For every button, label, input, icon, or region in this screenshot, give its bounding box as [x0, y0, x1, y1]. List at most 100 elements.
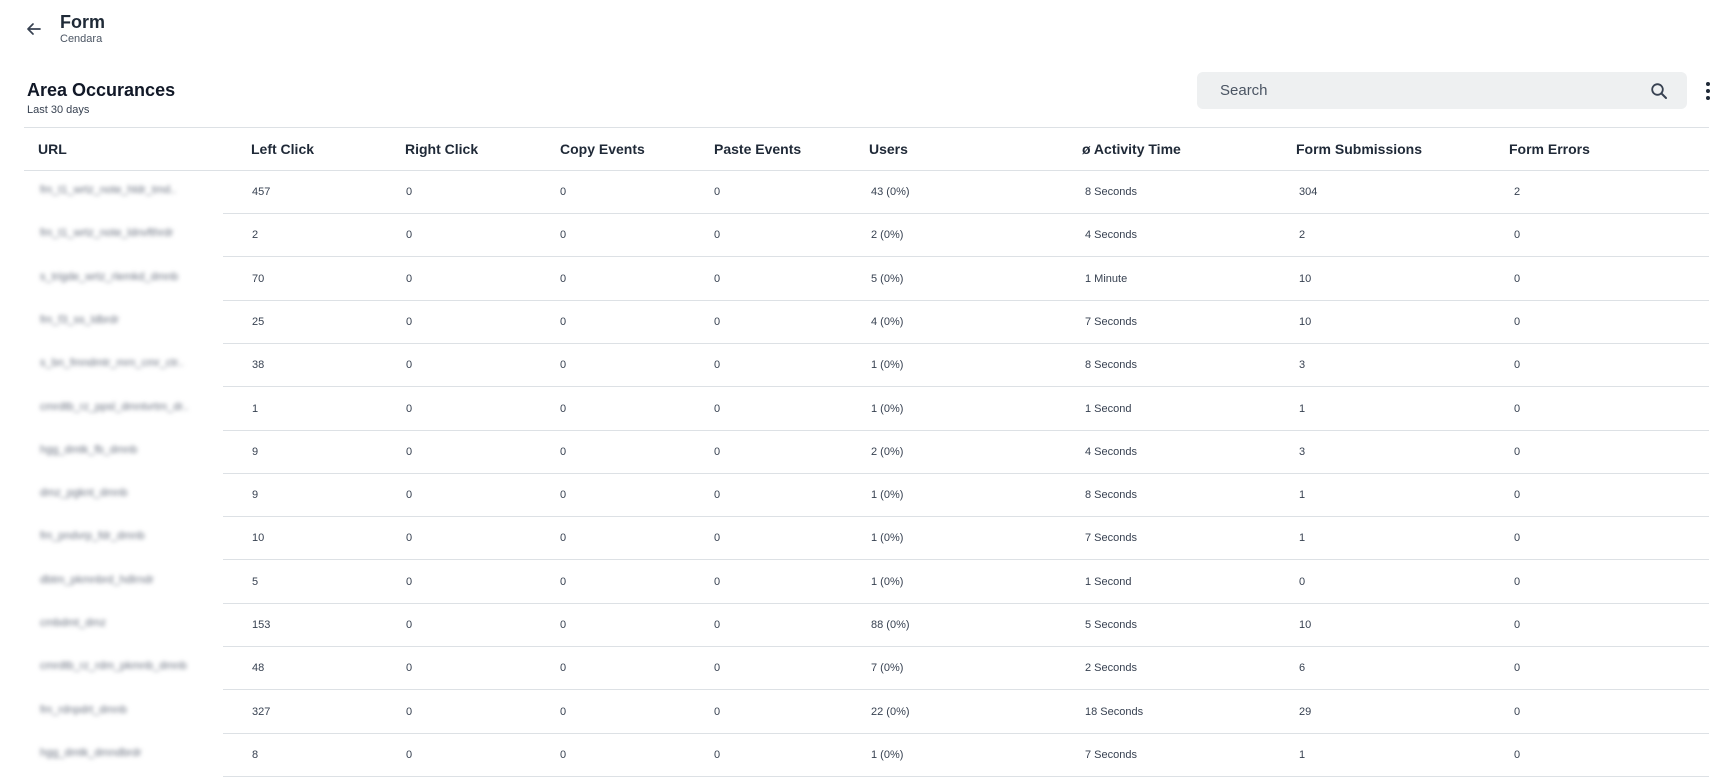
row-right-click: 0: [406, 489, 413, 502]
row-users: 4 (0%): [871, 315, 904, 328]
row-activity-time: 1 Second: [1085, 402, 1132, 415]
row-right-click: 0: [406, 186, 413, 198]
header-url[interactable]: URL: [38, 141, 67, 157]
row-form-errors: 0: [1514, 315, 1521, 328]
row-url[interactable]: hgg_dmtk_fb_dmnb: [40, 444, 210, 458]
row-paste-events: 0: [714, 575, 721, 588]
row-form-errors: 0: [1514, 445, 1521, 458]
row-url[interactable]: fm_t1_wrtz_note_ldnvfthrdr: [40, 227, 210, 241]
row-copy-events: 0: [560, 532, 567, 545]
row-url[interactable]: fm_pndvrp_fdr_dmnb: [40, 530, 210, 544]
row-users: 1 (0%): [871, 748, 904, 761]
section-subtitle: Last 30 days: [27, 104, 90, 116]
row-left-click: 48: [252, 662, 265, 675]
row-paste-events: 0: [714, 315, 721, 328]
table-row[interactable]: s_bn_fmndmtr_mrn_cmr_ctr.. 38 0 0 0 1 (0%) 8 S…: [24, 344, 1709, 388]
table-row[interactable]: fm_t1_wrtz_note_hldr_tmd.. 457 0 0 0 43 (0%) 8…: [24, 171, 1709, 214]
table-row[interactable]: dbtm_pkmnbrd_hdlrndr 5 0 0 0 1 (0%) 1 Second 0 0: [24, 561, 1709, 604]
row-left-click: 153: [252, 619, 271, 631]
header-copy-events[interactable]: Copy Events: [560, 141, 645, 157]
row-copy-events: 0: [560, 315, 567, 328]
row-paste-events: 0: [714, 748, 721, 761]
table-row[interactable]: s_trigde_wrtz_rlemkd_dmnb 70 0 0 0 5 (0%) 1 Mi…: [24, 258, 1709, 301]
header-left-click[interactable]: Left Click: [251, 141, 314, 157]
row-left-click: 9: [252, 445, 259, 458]
row-paste-events: 0: [714, 489, 721, 502]
row-paste-events: 0: [714, 359, 721, 372]
row-paste-events: 0: [714, 272, 721, 285]
row-url[interactable]: fm_rdnpdrt_dmnb: [40, 704, 210, 718]
row-copy-events: 0: [560, 359, 567, 372]
table-row[interactable]: cmrdtb_rz_rdm_pkmnb_dmnb 48 0 0 0 7 (0%) 2 Sec…: [24, 647, 1709, 691]
table-row[interactable]: fm_pndvrp_fdr_dmnb 10 0 0 0 1 (0%) 7 Seconds 1 0: [24, 517, 1709, 561]
row-form-errors: 0: [1514, 272, 1521, 285]
row-form-errors: 0: [1514, 748, 1521, 761]
row-right-click: 0: [406, 619, 413, 631]
table-row[interactable]: fm_t1_wrtz_note_ldnvfthrdr 2 0 0 0 2 (0%) 4 Se…: [24, 214, 1709, 258]
row-url[interactable]: s_trigde_wrtz_rlemkd_dmnb: [40, 271, 210, 285]
row-right-click: 0: [406, 705, 413, 718]
row-url[interactable]: dbtm_pkmnbrd_hdlrndr: [40, 574, 210, 588]
row-copy-events: 0: [560, 229, 567, 242]
row-right-click: 0: [406, 748, 413, 761]
table-row[interactable]: hgg_dmtk_dmndbrdr 8 0 0 0 1 (0%) 7 Seconds 1 0: [24, 734, 1709, 777]
search-input[interactable]: [1218, 81, 1649, 100]
header-form-errors[interactable]: Form Errors: [1509, 141, 1590, 157]
row-form-errors: 0: [1514, 532, 1521, 545]
row-users: 22 (0%): [871, 705, 910, 718]
row-activity-time: 7 Seconds: [1085, 748, 1137, 761]
row-activity-time: 5 Seconds: [1085, 619, 1137, 631]
row-right-click: 0: [406, 662, 413, 675]
row-users: 88 (0%): [871, 619, 910, 631]
row-users: 2 (0%): [871, 445, 904, 458]
table-row[interactable]: fm_rdnpdrt_dmnb 327 0 0 0 22 (0%) 18 Seconds 29…: [24, 691, 1709, 734]
row-url[interactable]: cmbdmt_dmz: [40, 617, 210, 631]
row-right-click: 0: [406, 315, 413, 328]
search-icon[interactable]: [1649, 81, 1669, 101]
row-url[interactable]: cmrdtb_rz_rdm_pkmnb_dmnb: [40, 660, 210, 674]
header-paste-events[interactable]: Paste Events: [714, 141, 801, 157]
row-form-submissions: 2: [1299, 229, 1306, 242]
row-form-submissions: 10: [1299, 272, 1312, 285]
row-paste-events: 0: [714, 662, 721, 675]
more-vertical-icon[interactable]: [1698, 80, 1718, 102]
row-right-click: 0: [406, 532, 413, 545]
row-activity-time: 1 Minute: [1085, 272, 1128, 285]
row-url[interactable]: fm_t1_wrtz_note_hldr_tmd..: [40, 184, 210, 198]
row-users: 1 (0%): [871, 402, 904, 415]
row-url[interactable]: dmz_pgknt_dmnb: [40, 487, 210, 501]
row-form-errors: 0: [1514, 402, 1521, 415]
table-row[interactable]: cmrdtb_rz_ppsl_dmntvrtm_dr.. 1 0 0 0 1 (0%) 1 …: [24, 388, 1709, 431]
header-right-click[interactable]: Right Click: [405, 141, 478, 157]
row-activity-time: 7 Seconds: [1085, 315, 1137, 328]
row-copy-events: 0: [560, 619, 567, 631]
header-activity-time[interactable]: ø Activity Time: [1082, 141, 1181, 157]
row-left-click: 457: [252, 186, 271, 198]
row-form-errors: 0: [1514, 619, 1521, 631]
row-activity-time: 7 Seconds: [1085, 532, 1137, 545]
arrow-left-icon: [27, 23, 41, 35]
row-url[interactable]: s_bn_fmndmtr_mrn_cmr_ctr..: [40, 357, 210, 371]
row-form-submissions: 1: [1299, 532, 1306, 545]
row-right-click: 0: [406, 445, 413, 458]
table-row[interactable]: cmbdmt_dmz 153 0 0 0 88 (0%) 5 Seconds 10 0: [24, 604, 1709, 647]
section-title: Area Occurances: [27, 80, 176, 100]
table-row[interactable]: fm_f3_ss_ldbrdr 25 0 0 0 4 (0%) 7 Seconds 10 0: [24, 301, 1709, 344]
row-url[interactable]: hgg_dmtk_dmndbrdr: [40, 747, 210, 761]
row-left-click: 9: [252, 489, 259, 502]
row-form-submissions: 3: [1299, 359, 1306, 372]
table-row[interactable]: hgg_dmtk_fb_dmnb 9 0 0 0 2 (0%) 4 Seconds 3 0: [24, 431, 1709, 474]
row-form-submissions: 1: [1299, 402, 1306, 415]
table-header: URL Left Click Right Click Copy Events Paste…: [24, 127, 1709, 171]
row-url[interactable]: fm_f3_ss_ldbrdr: [40, 314, 210, 328]
row-form-errors: 0: [1514, 575, 1521, 588]
row-activity-time: 1 Second: [1085, 575, 1132, 588]
header-users[interactable]: Users: [869, 141, 908, 157]
header-form-submissions[interactable]: Form Submissions: [1296, 141, 1422, 157]
back-button[interactable]: [22, 17, 46, 41]
row-form-errors: 2: [1514, 186, 1521, 198]
row-form-errors: 0: [1514, 705, 1521, 718]
table-row[interactable]: dmz_pgknt_dmnb 9 0 0 0 1 (0%) 8 Seconds 1 0: [24, 474, 1709, 518]
row-paste-events: 0: [714, 229, 721, 242]
row-url[interactable]: cmrdtb_rz_ppsl_dmntvrtm_dr..: [40, 401, 210, 415]
